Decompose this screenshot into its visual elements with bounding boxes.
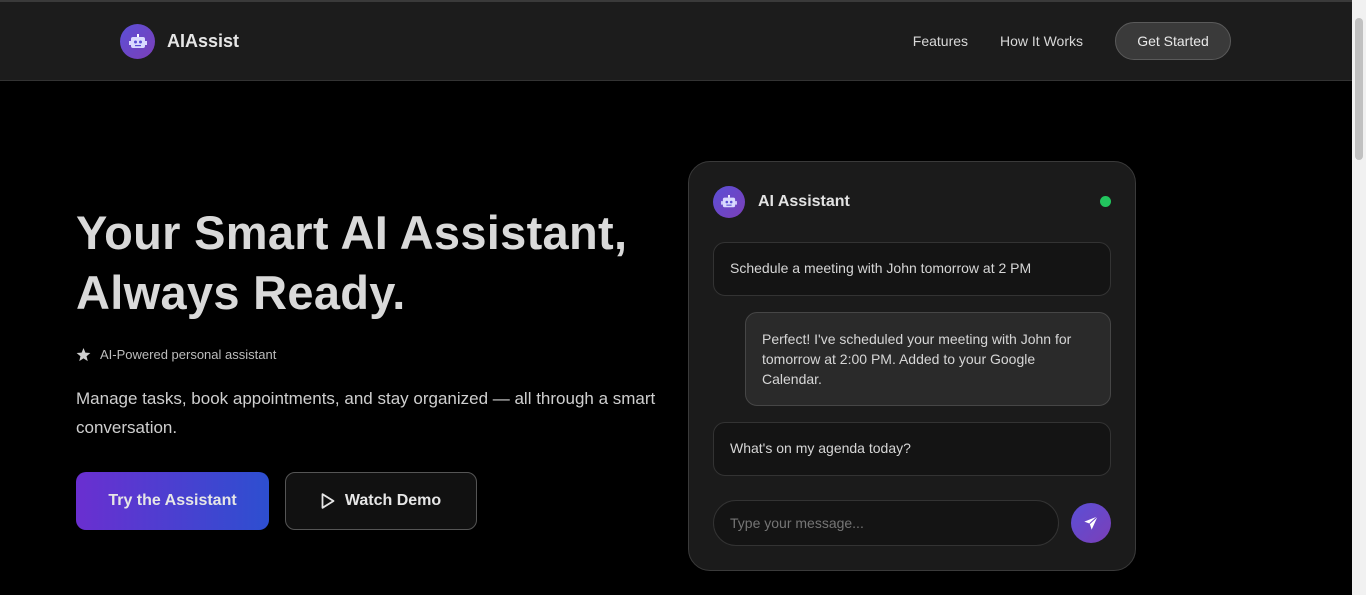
try-assistant-button[interactable]: Try the Assistant [76,472,269,530]
badge-text: AI-Powered personal assistant [100,347,277,362]
navbar: AIAssist Features How It Works Get Start… [0,2,1352,81]
brand[interactable]: AIAssist [120,24,239,59]
chat-title: AI Assistant [758,193,850,210]
nav-link-how-it-works[interactable]: How It Works [1000,33,1083,49]
chat-header: AI Assistant [713,186,850,218]
watch-demo-button[interactable]: Watch Demo [285,472,477,530]
scrollbar-thumb[interactable] [1355,18,1363,160]
feature-badge: AI-Powered personal assistant [76,347,276,362]
get-started-button[interactable]: Get Started [1115,22,1231,60]
chat-message-user: Schedule a meeting with John tomorrow at… [713,242,1111,296]
hero-description: Manage tasks, book appointments, and sta… [76,389,656,437]
play-icon [321,493,335,509]
hero-title-line2: Always Ready. [76,266,406,319]
hero-title: Your Smart AI Assistant, Always Ready. [76,203,676,323]
robot-icon [120,24,155,59]
scrollbar[interactable] [1352,0,1366,595]
nav-link-features[interactable]: Features [913,33,968,49]
message-input[interactable] [713,500,1059,546]
chat-message-assistant: Perfect! I've scheduled your meeting wit… [745,312,1111,406]
watch-demo-label: Watch Demo [344,492,442,509]
brand-name: AIAssist [167,31,240,51]
robot-icon [713,186,745,218]
star-icon [76,347,91,361]
chat-preview-card: AI Assistant Schedule a meeting with Joh… [688,161,1136,571]
send-icon [1084,515,1099,530]
nav-links: Features How It Works Get Started [913,22,1231,60]
chat-message-user: What's on my agenda today? [713,422,1111,476]
send-button[interactable] [1071,503,1111,543]
hero-title-line1: Your Smart AI Assistant, [76,206,628,259]
online-status-dot [1100,196,1111,207]
